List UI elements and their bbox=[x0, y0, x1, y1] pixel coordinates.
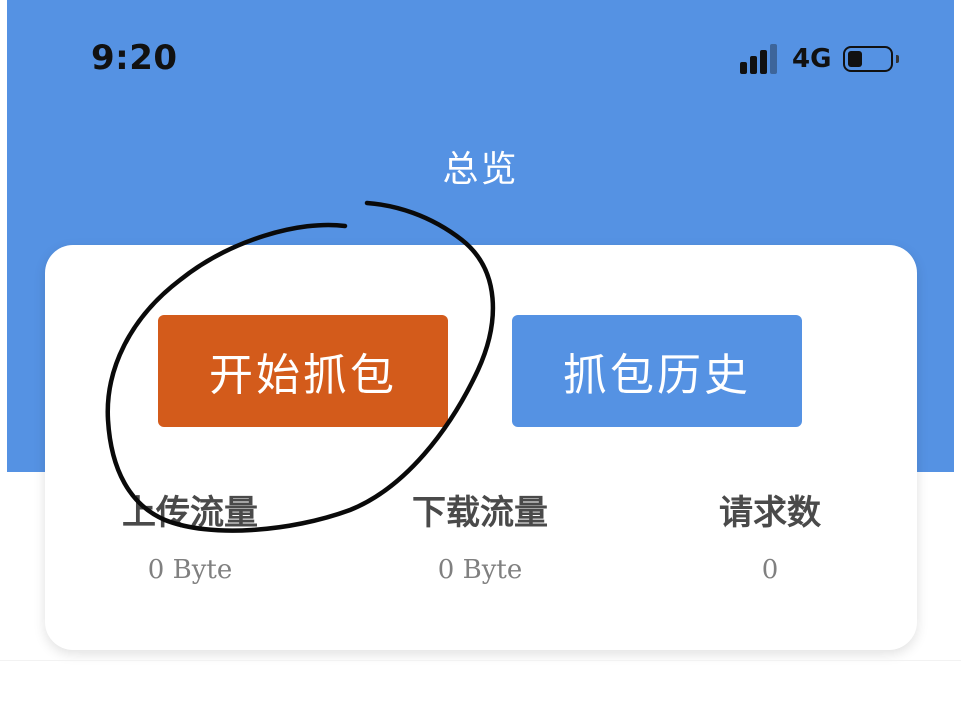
status-time: 9:20 bbox=[91, 38, 178, 78]
network-type: 4G bbox=[792, 44, 832, 74]
start-capture-button[interactable]: 开始抓包 bbox=[158, 315, 448, 427]
capture-history-button[interactable]: 抓包历史 bbox=[512, 315, 802, 427]
request-count-value: 0 bbox=[761, 555, 779, 585]
status-icons: 4G bbox=[740, 42, 900, 76]
divider bbox=[0, 660, 961, 661]
download-traffic-value: 0 Byte bbox=[437, 555, 523, 585]
download-traffic-label: 下载流量 bbox=[412, 493, 548, 533]
page-title: 总览 bbox=[442, 149, 519, 190]
request-count-label: 请求数 bbox=[719, 493, 821, 533]
overview-card: 开始抓包 抓包历史 上传流量 0 Byte 下载流量 0 Byte 请求数 0 bbox=[45, 245, 917, 650]
upload-traffic-value: 0 Byte bbox=[147, 555, 233, 585]
upload-traffic-label: 上传流量 bbox=[122, 493, 258, 533]
app-screen: 9:20 4G 总览 开始抓包 抓包历史 上传流量 0 Byte 下载流量 0 … bbox=[0, 0, 961, 701]
signal-icon bbox=[740, 44, 782, 74]
battery-icon bbox=[843, 46, 900, 72]
